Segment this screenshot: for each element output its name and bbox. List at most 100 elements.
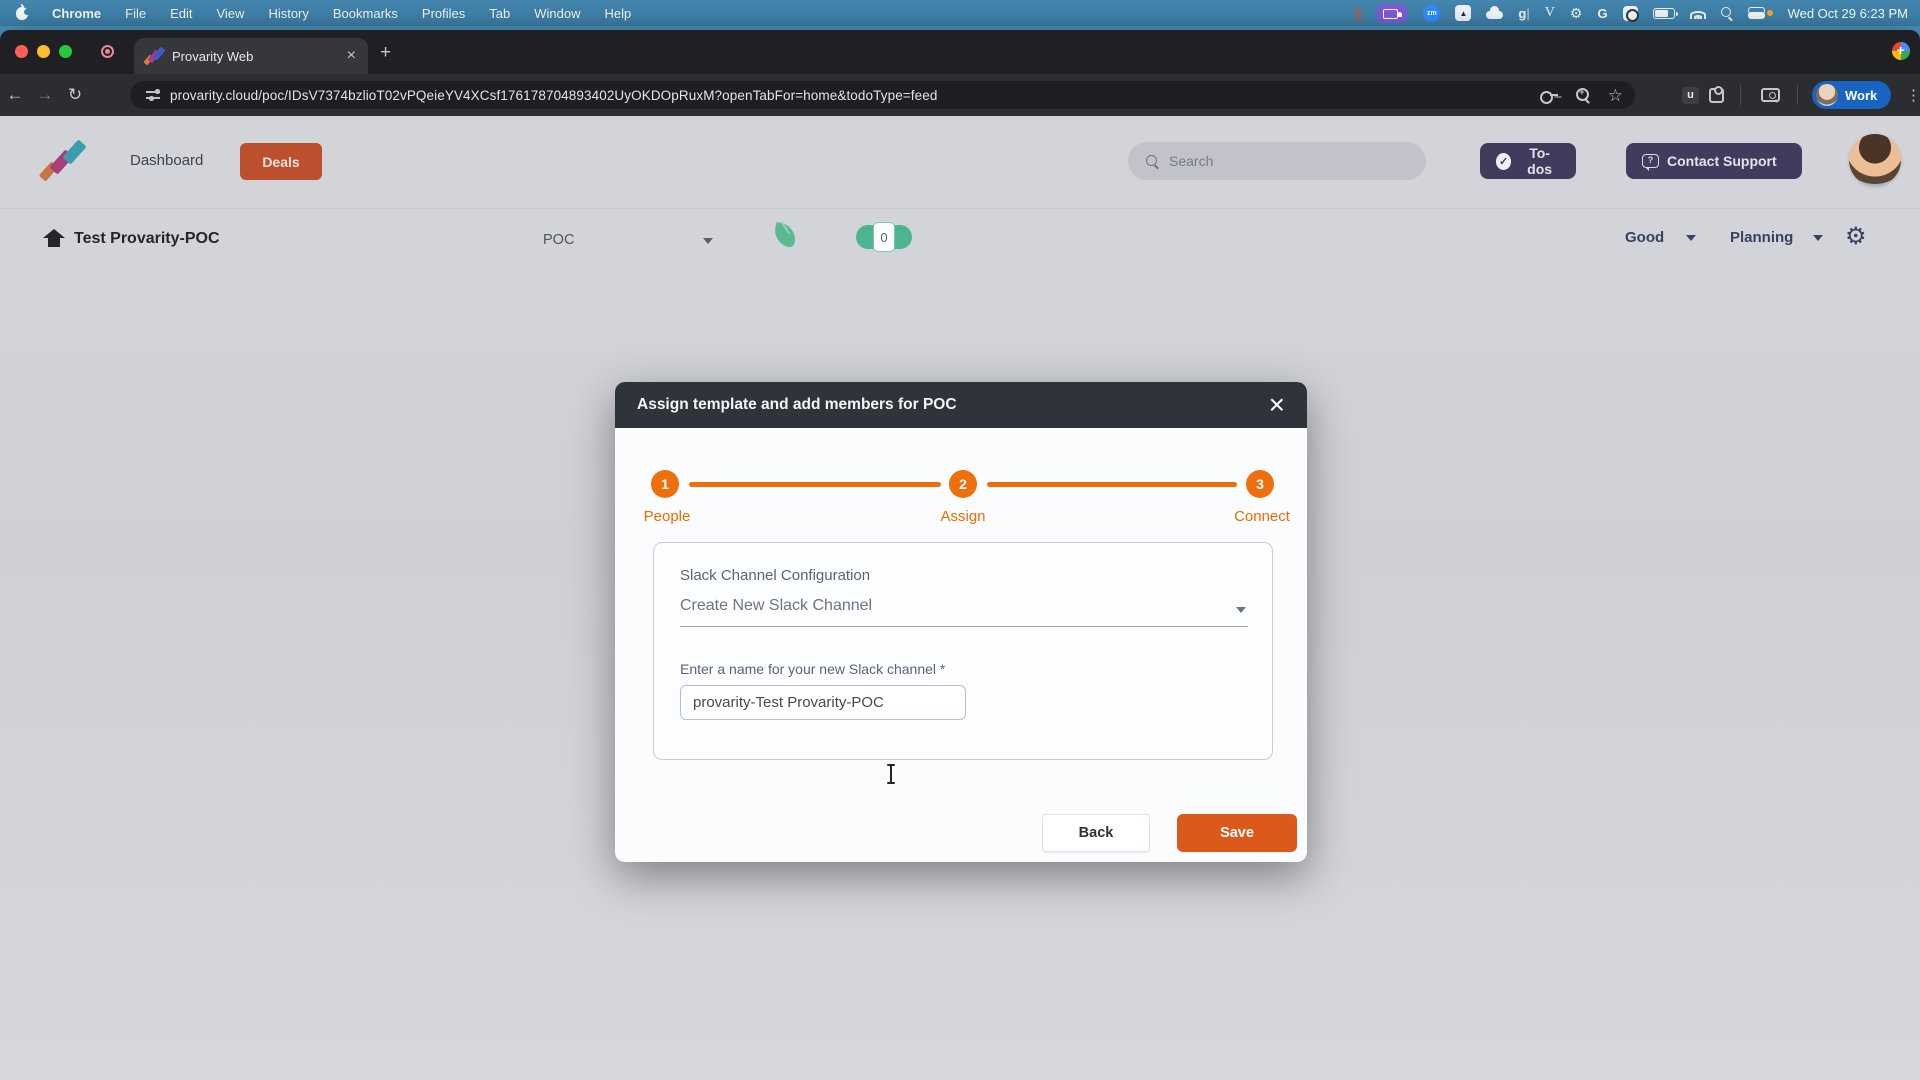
app-header: Dashboard Deals ✓ To-dos ? Contact Suppo… [0, 116, 1920, 208]
menu-tab[interactable]: Tab [489, 6, 510, 21]
cloud-sync-icon[interactable] [1486, 11, 1503, 19]
toolbar-divider [1797, 85, 1798, 105]
url-text[interactable]: provarity.cloud/poc/IDsV7374bzlioT02vPQe… [170, 88, 937, 103]
logitech-icon[interactable]: G [1597, 6, 1607, 21]
tab-recording-indicator-icon [101, 45, 114, 58]
step-1-circle[interactable]: 1 [651, 470, 679, 498]
grammarly-icon[interactable]: g [1518, 6, 1529, 21]
nav-deals-button[interactable]: Deals [240, 143, 322, 180]
menu-window[interactable]: Window [534, 6, 580, 21]
step-3-label: Connect [1234, 508, 1290, 525]
browser-tab[interactable]: Provarity Web × [134, 38, 368, 74]
todos-button[interactable]: ✓ To-dos [1480, 143, 1576, 179]
menu-help[interactable]: Help [605, 6, 632, 21]
deal-title: Test Provarity-POC [74, 230, 220, 248]
deal-header: Test Provarity-POC POC 0 Good Planning ⚙ [0, 208, 1920, 274]
leaf-icon[interactable] [772, 222, 798, 248]
screen-search-icon[interactable] [1761, 88, 1780, 102]
status-dropdown[interactable]: Planning [1730, 229, 1823, 246]
section-title: Slack Channel Configuration [680, 567, 870, 584]
step-connector [689, 482, 941, 487]
new-tab-button[interactable]: + [380, 42, 391, 64]
counter-badge: 0 [873, 222, 895, 252]
macos-menubar: Chrome File Edit View History Bookmarks … [0, 0, 1920, 26]
control-center-icon[interactable] [1748, 7, 1773, 19]
menu-bookmarks[interactable]: Bookmarks [333, 6, 398, 21]
provarity-logo[interactable] [43, 140, 85, 180]
settings-menubar-icon[interactable]: ⚙ [1570, 5, 1583, 22]
browser-window: Provarity Web × + ← → ↻ provarity.cloud/… [0, 30, 1920, 1080]
extensions-puzzle-icon[interactable] [1709, 88, 1724, 103]
close-icon[interactable]: × [1263, 388, 1291, 422]
back-button[interactable]: ← [0, 85, 30, 105]
apple-menu-icon[interactable] [16, 7, 28, 20]
slack-channel-select[interactable]: Create New Slack Channel [680, 597, 1248, 627]
contact-support-button[interactable]: ? Contact Support [1626, 143, 1802, 179]
browser-toolbar: ← → ↻ provarity.cloud/poc/IDsV7374bzlioT… [0, 74, 1920, 116]
search-input[interactable] [1169, 153, 1399, 169]
menu-history[interactable]: History [268, 6, 308, 21]
step-3-circle[interactable]: 3 [1246, 470, 1274, 498]
toolbar-divider [1740, 85, 1741, 105]
chevron-down-icon [1236, 607, 1246, 613]
assign-template-modal: Assign template and add members for POC … [615, 382, 1307, 862]
modal-title: Assign template and add members for POC [637, 396, 957, 414]
password-manager-icon[interactable] [1540, 91, 1558, 100]
screen-share-status-icon[interactable] [1376, 4, 1408, 23]
chevron-down-icon [1686, 235, 1696, 241]
menu-profiles[interactable]: Profiles [422, 6, 465, 21]
zoom-app-icon[interactable]: zm [1423, 5, 1440, 22]
menu-file[interactable]: File [125, 6, 146, 21]
chat-question-icon: ? [1642, 154, 1659, 168]
health-dropdown[interactable]: Good [1625, 229, 1696, 246]
wifi-icon[interactable] [1690, 7, 1706, 19]
counter-toggle[interactable]: 0 [856, 225, 912, 249]
desktop: Chrome File Edit View History Bookmarks … [0, 0, 1920, 1080]
provarity-favicon [146, 48, 162, 64]
step-2-circle[interactable]: 2 [949, 470, 977, 498]
bookmark-star-icon[interactable]: ☆ [1608, 87, 1623, 104]
menu-chrome[interactable]: Chrome [52, 6, 101, 21]
menu-edit[interactable]: Edit [170, 6, 192, 21]
nav-dashboard[interactable]: Dashboard [130, 152, 203, 169]
modal-header: Assign template and add members for POC … [615, 382, 1307, 428]
back-button[interactable]: Back [1042, 814, 1150, 852]
reload-button[interactable]: ↻ [60, 85, 90, 105]
screen-record-status-icon[interactable] [1623, 6, 1638, 21]
user-avatar[interactable] [1849, 134, 1901, 186]
site-info-icon[interactable] [146, 90, 160, 100]
status-dot [1767, 10, 1773, 16]
page-zoom-icon[interactable]: + [1576, 88, 1590, 102]
step-connector [987, 482, 1237, 487]
address-bar[interactable]: provarity.cloud/poc/IDsV7374bzlioT02vPQe… [130, 81, 1635, 109]
extension-u-icon[interactable]: u [1682, 87, 1699, 104]
tab-strip-extra-icon[interactable] [1892, 42, 1910, 60]
slack-config-card: Slack Channel Configuration Create New S… [653, 542, 1273, 760]
browser-profile-button[interactable]: Work [1812, 81, 1891, 109]
chevron-down-icon [1813, 235, 1823, 241]
browser-menu-icon[interactable]: ⋮ [1906, 86, 1920, 104]
deal-settings-gear-icon[interactable]: ⚙ [1845, 222, 1867, 251]
profile-avatar [1816, 84, 1838, 106]
channel-name-input[interactable] [680, 685, 966, 720]
forward-button[interactable]: → [30, 85, 60, 105]
channel-name-label: Enter a name for your new Slack channel … [680, 661, 945, 677]
menu-view[interactable]: View [216, 6, 244, 21]
tab-strip: Provarity Web × + [0, 30, 1920, 74]
window-zoom-button[interactable] [59, 45, 72, 58]
search-icon [1146, 155, 1159, 168]
window-close-button[interactable] [15, 45, 28, 58]
v-app-icon[interactable]: V [1545, 5, 1555, 21]
warp-app-icon[interactable]: ▲ [1455, 5, 1471, 21]
spotlight-icon[interactable] [1721, 7, 1733, 19]
home-icon[interactable] [44, 229, 64, 247]
save-button[interactable]: Save [1177, 814, 1297, 852]
stage-dropdown[interactable]: POC [543, 232, 713, 248]
tab-close-icon[interactable]: × [347, 48, 356, 64]
search-bar[interactable] [1128, 142, 1426, 180]
menubar-clock[interactable]: Wed Oct 29 6:23 PM [1788, 6, 1908, 21]
window-minimize-button[interactable] [37, 45, 50, 58]
battery-icon [1653, 8, 1675, 19]
microphone-status-icon[interactable] [1355, 8, 1361, 18]
check-circle-icon: ✓ [1496, 153, 1511, 170]
